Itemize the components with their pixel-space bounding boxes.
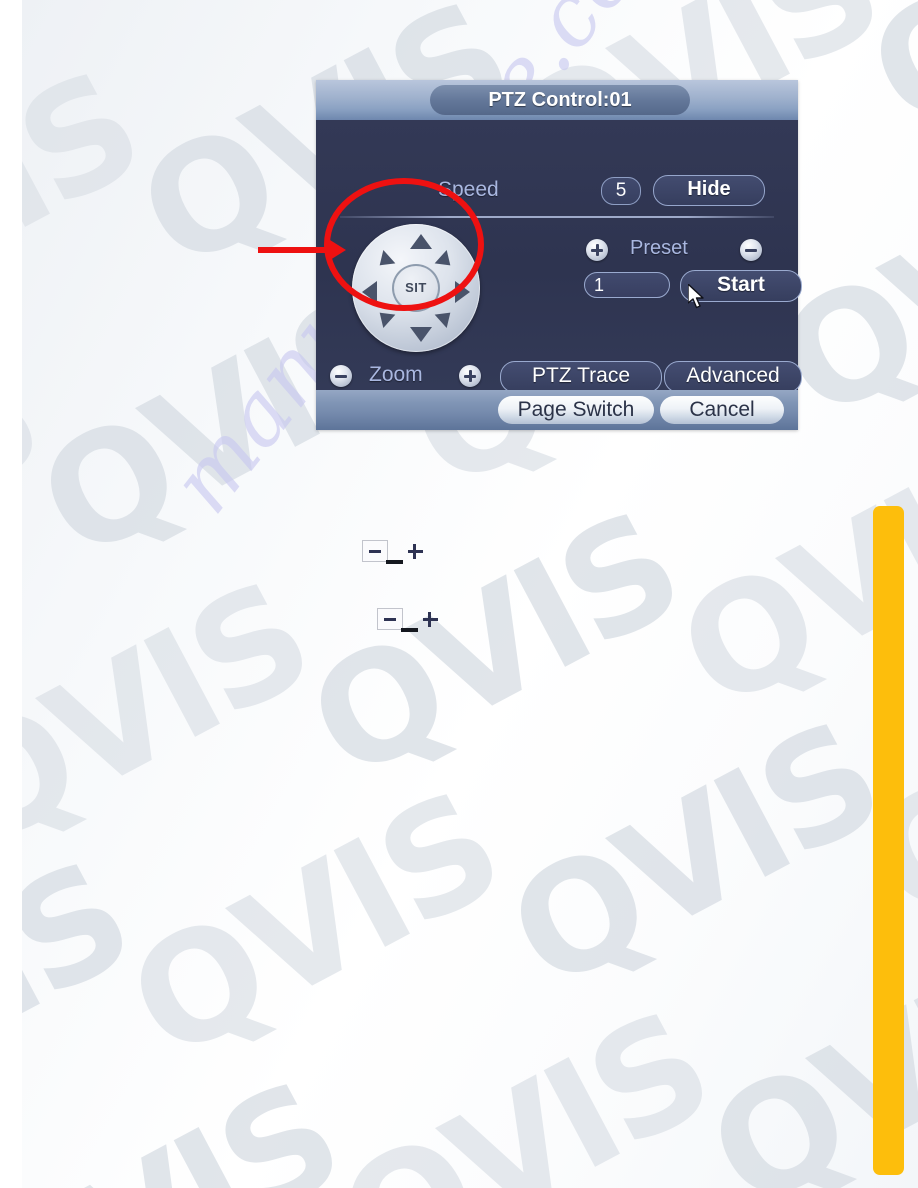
ptz-direction-pad[interactable]: SIT: [340, 222, 496, 352]
advanced-button[interactable]: Advanced: [664, 361, 802, 393]
zoom-minus-plus-figure-1: [362, 540, 428, 564]
zoom-label: Zoom: [369, 363, 423, 386]
watermark-text: QVIS: [483, 690, 904, 1024]
watermark-text: QVIS: [313, 980, 734, 1188]
figure-underline: [386, 560, 403, 564]
speed-label: Speed: [438, 178, 499, 201]
dpad-up-icon[interactable]: [410, 234, 432, 249]
dpad-center-button[interactable]: SIT: [392, 264, 440, 312]
watermark-text: QVIS: [22, 550, 334, 884]
mouse-cursor-icon: [688, 284, 704, 309]
dpad-down-left-icon[interactable]: [373, 305, 396, 329]
dpad-right-icon[interactable]: [455, 281, 470, 303]
page-switch-button[interactable]: Page Switch: [498, 396, 654, 424]
watermark-text: QVIS: [22, 40, 164, 374]
watermark-text: QVIS: [22, 0, 264, 84]
hide-button[interactable]: Hide: [653, 175, 765, 206]
page-side-tab: [873, 506, 904, 1175]
preset-remove-icon[interactable]: [740, 239, 762, 261]
preset-label: Preset: [630, 237, 688, 259]
figure-underline: [401, 628, 418, 632]
ptz-dialog-body: Speed 5 Hide SIT Preset 1 Start Zoom PTZ…: [316, 120, 802, 393]
watermark-text: QVIS: [103, 760, 524, 1094]
ptz-trace-button[interactable]: PTZ Trace: [500, 361, 662, 393]
minus-icon: [362, 540, 388, 562]
plus-icon: [406, 542, 424, 560]
watermark-text: QVIS: [214, 0, 634, 14]
dpad-down-right-icon[interactable]: [434, 305, 457, 329]
cancel-button[interactable]: Cancel: [660, 396, 784, 424]
zoom-minus-plus-figure-2: [377, 608, 443, 632]
ptz-dialog-titlebar: PTZ Control:01: [316, 80, 798, 120]
zoom-in-icon[interactable]: [459, 365, 481, 387]
watermark-text: QVIS: [844, 0, 918, 164]
watermark-text: QVIS: [22, 330, 64, 664]
ptz-control-dialog: PTZ Control:01 Speed 5 Hide SIT Preset 1…: [316, 80, 802, 430]
preset-add-icon[interactable]: [586, 239, 608, 261]
ptz-dialog-footer: Page Switch Cancel: [316, 390, 798, 430]
zoom-out-icon[interactable]: [330, 365, 352, 387]
dpad-disc[interactable]: SIT: [352, 224, 480, 352]
preset-input[interactable]: 1: [584, 272, 670, 298]
ptz-dialog-title: PTZ Control:01: [430, 85, 690, 115]
page-left-margin: [0, 0, 22, 1188]
watermark-text: QVIS: [22, 830, 154, 1164]
dpad-left-icon[interactable]: [362, 281, 377, 303]
watermark-text: QVIS: [283, 480, 704, 814]
dpad-up-left-icon[interactable]: [373, 249, 396, 273]
plus-icon: [421, 610, 439, 628]
dpad-up-right-icon[interactable]: [434, 249, 457, 273]
section-divider: [340, 216, 774, 218]
manual-page: QVIS QVIS QVIS QVIS QVIS QVIS QVIS QVIS …: [0, 0, 918, 1188]
minus-icon: [377, 608, 403, 630]
speed-value[interactable]: 5: [601, 177, 641, 205]
dpad-down-icon[interactable]: [410, 327, 432, 342]
watermark-text: QVIS: [22, 1050, 364, 1188]
